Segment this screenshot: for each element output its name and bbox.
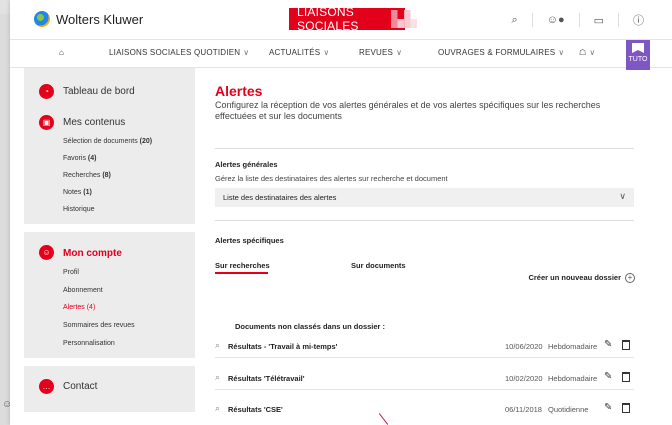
nav-item-lsq[interactable]: LIAISONS SOCIALES QUOTIDIEN ∨ (109, 48, 249, 57)
header-toolbar: ⌕ ☺● ▭ ⓘ (512, 12, 644, 28)
trash-icon[interactable] (622, 372, 630, 382)
alert-label[interactable]: Résultats 'CSE' (228, 405, 283, 414)
alert-date: 10/06/2020 (505, 342, 543, 351)
sidebar-item-abonnement[interactable]: Abonnement (63, 287, 103, 294)
sidebar-item-favoris[interactable]: Favoris (4) (63, 155, 96, 162)
tab-searches[interactable]: Sur recherches (215, 261, 270, 270)
wolters-kluwer-logo-icon (34, 11, 50, 27)
sidebar-item-selection[interactable]: Sélection de documents (20) (63, 138, 152, 145)
search-icon: ⌕ (215, 403, 221, 413)
alert-row[interactable]: ⌕ Résultats - 'Travail à mi-temps' 10/06… (215, 338, 634, 358)
specific-alerts-title: Alertes spécifiques (215, 236, 284, 245)
chevron-down-icon: ∨ (589, 48, 596, 57)
brand-dots-decoration (391, 10, 417, 28)
user-icon[interactable]: ☺● (547, 14, 565, 26)
tab-documents[interactable]: Sur documents (351, 261, 406, 270)
alert-frequency: Hebdomadaire (548, 374, 598, 383)
main-nav: ⌂ LIAISONS SOCIALES QUOTIDIEN ∨ ACTUALITÉ… (10, 40, 672, 68)
sidebar: ◔ Tableau de bord ▣ Mes contenus Sélecti… (24, 68, 195, 412)
chevron-down-icon: ∨ (243, 48, 250, 57)
folder-icon[interactable]: ▭ (594, 14, 604, 27)
chevron-down-icon: ∨ (619, 191, 626, 201)
divider (215, 148, 634, 149)
brand-banner[interactable]: LIAISONS SOCIALES (289, 5, 417, 33)
user-circle-icon: ☺ (39, 245, 54, 260)
divider (215, 357, 634, 358)
tab-active-underline (215, 272, 268, 274)
edit-icon[interactable]: ✎ (604, 402, 612, 413)
alert-frequency: Quotidienne (548, 405, 589, 414)
unfiled-documents-title: Documents non classés dans un dossier : (235, 322, 386, 331)
divider (215, 389, 634, 390)
institution-icon[interactable]: ☖ ∨ (579, 48, 595, 57)
page-description: Configurez la réception de vos alertes g… (215, 100, 601, 121)
sidebar-item-sommaires[interactable]: Sommaires des revues (63, 322, 135, 329)
dashboard-icon: ◔ (39, 84, 54, 99)
trash-icon[interactable] (622, 340, 630, 350)
sidebar-heading-account: Mon compte (63, 248, 122, 259)
sidebar-item-recherches[interactable]: Recherches (8) (63, 172, 111, 179)
home-icon[interactable]: ⌂ (59, 48, 64, 57)
sidebar-item-historique[interactable]: Historique (63, 206, 95, 213)
alert-label[interactable]: Résultats 'Télétravail' (228, 374, 305, 383)
brand-text: LIAISONS SOCIALES (297, 5, 359, 33)
divider (578, 13, 580, 27)
search-icon[interactable]: ⌕ (512, 14, 518, 27)
alert-row[interactable]: ⌕ Résultats 'CSE' 06/11/2018 Quotidienne… (215, 401, 634, 421)
plus-icon: + (625, 273, 635, 283)
trash-icon[interactable] (622, 403, 630, 413)
tuto-button[interactable]: TUTO (626, 40, 650, 70)
sidebar-gap (24, 224, 195, 232)
chevron-down-icon: ∨ (323, 48, 330, 57)
alert-date: 10/02/2020 (505, 374, 543, 383)
alert-label[interactable]: Résultats - 'Travail à mi-temps' (228, 342, 337, 351)
help-icon[interactable]: ⓘ (633, 12, 644, 28)
briefcase-icon: ▣ (39, 115, 54, 130)
chat-icon: … (39, 379, 54, 394)
chevron-down-icon: ∨ (558, 48, 565, 57)
recipients-dropdown[interactable]: Liste des destinataires des alertes ∨ (215, 188, 634, 207)
nav-item-revues[interactable]: REVUES ∨ (359, 48, 402, 57)
search-icon: ⌕ (215, 372, 221, 382)
sidebar-item-notes[interactable]: Notes (1) (63, 189, 92, 196)
sidebar-heading-contents: Mes contenus (63, 117, 126, 128)
nav-item-ouvrages[interactable]: OUVRAGES & FORMULAIRES ∨ (438, 48, 564, 57)
general-alerts-title: Alertes générales (215, 160, 278, 169)
page: Wolters Kluwer LIAISONS SOCIALES ⌕ ☺● ▭ … (10, 0, 672, 425)
general-alerts-subtitle: Gérez la liste des destinataires des ale… (215, 174, 448, 183)
edit-icon[interactable]: ✎ (604, 339, 612, 350)
sidebar-item-alertes[interactable]: Alertes (4) (63, 304, 95, 311)
page-title: Alertes (215, 83, 263, 99)
sidebar-gap (24, 358, 195, 366)
nav-item-actualites[interactable]: ACTUALITÉS ∨ (269, 48, 329, 57)
logo[interactable]: Wolters Kluwer (34, 11, 143, 27)
alert-row[interactable]: ⌕ Résultats 'Télétravail' 10/02/2020 Heb… (215, 370, 634, 390)
alert-frequency: Hebdomadaire (548, 342, 598, 351)
sidebar-item-contact[interactable]: Contact (63, 381, 97, 392)
sidebar-item-personnalisation[interactable]: Personnalisation (63, 340, 115, 347)
sidebar-item-profil[interactable]: Profil (63, 269, 79, 276)
chevron-down-icon: ∨ (396, 48, 403, 57)
divider (531, 13, 533, 27)
alert-date: 06/11/2018 (505, 405, 542, 414)
edit-icon[interactable]: ✎ (604, 371, 612, 382)
divider (618, 13, 619, 27)
logo-text: Wolters Kluwer (56, 11, 144, 27)
divider (215, 220, 634, 221)
header: Wolters Kluwer LIAISONS SOCIALES ⌕ ☺● ▭ … (10, 0, 672, 40)
search-icon: ⌕ (215, 340, 221, 350)
create-folder-button[interactable]: Créer un nouveau dossier + (528, 273, 635, 283)
sidebar-item-dashboard[interactable]: Tableau de bord (63, 86, 135, 97)
recipients-dropdown-value: Liste des destinataires des alertes (223, 193, 337, 202)
